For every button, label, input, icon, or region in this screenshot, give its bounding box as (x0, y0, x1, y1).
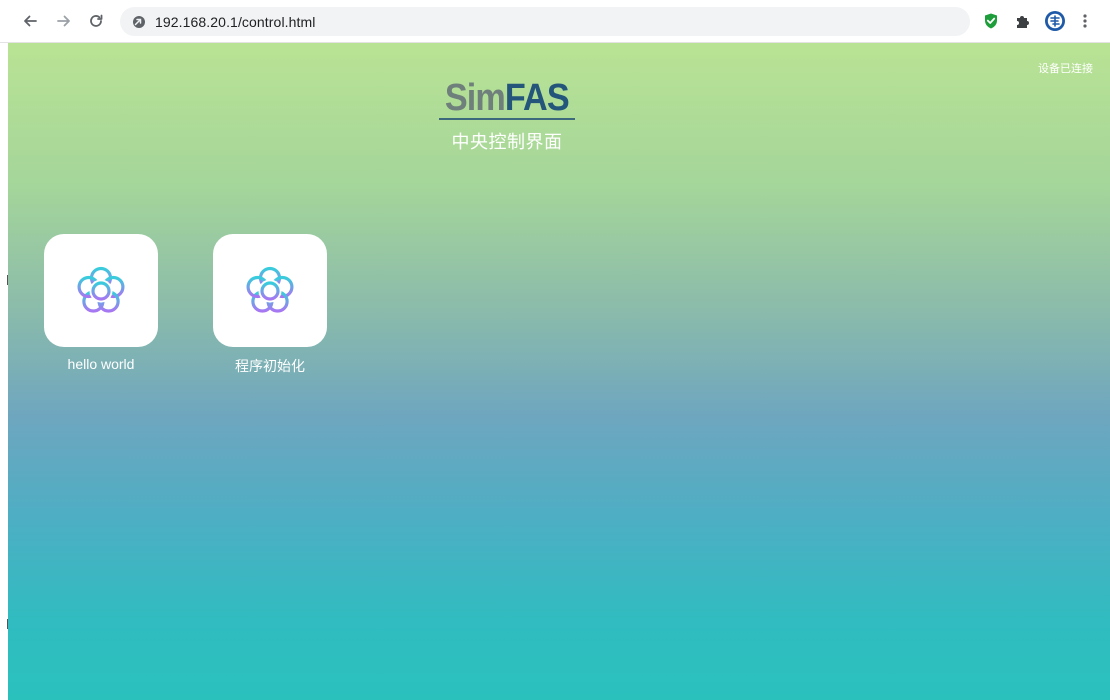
reload-button[interactable] (84, 9, 108, 33)
logo-part-sim: Sim (445, 77, 506, 119)
connection-status: 设备已连接 (1038, 63, 1093, 75)
address-bar[interactable]: 192.168.20.1/control.html (120, 7, 970, 36)
forward-button[interactable] (52, 9, 76, 33)
url-text: 192.168.20.1/control.html (155, 13, 316, 30)
browser-window: 192.168.20.1/control.html 设备已连接 SimFAS 中… (0, 0, 1110, 700)
arrow-right-icon (57, 15, 70, 27)
site-info-icon[interactable] (132, 15, 146, 29)
shield-icon (985, 13, 997, 29)
puzzle-icon (1017, 16, 1029, 28)
shield-extension-button[interactable] (980, 10, 1002, 32)
app-tile[interactable] (44, 234, 158, 347)
logo: SimFAS 中央控制界面 (437, 78, 577, 154)
flower-icon (77, 266, 125, 313)
reload-icon (90, 14, 103, 27)
page-subtitle: 中央控制界面 (451, 132, 563, 152)
browser-toolbar: 192.168.20.1/control.html (0, 0, 1110, 43)
app-hello-world[interactable]: hello world (44, 234, 158, 372)
window-left-edge (0, 43, 8, 700)
logo-wordmark: SimFAS (437, 78, 577, 118)
page-viewport: 设备已连接 SimFAS 中央控制界面 hello world 程序初始化 (8, 43, 1110, 700)
logo-part-fas: FAS (505, 77, 570, 119)
app-program-init[interactable]: 程序初始化 (213, 234, 327, 376)
arrow-left-icon (24, 15, 37, 27)
app-tile[interactable] (213, 234, 327, 347)
flower-icon (246, 266, 294, 313)
extensions-button[interactable] (1012, 10, 1034, 32)
profile-extension-button[interactable] (1044, 10, 1066, 32)
kebab-menu-icon (1083, 14, 1087, 28)
app-label: 程序初始化 (235, 358, 305, 374)
back-button[interactable] (18, 9, 42, 33)
profile-badge-icon (1045, 11, 1065, 31)
browser-menu-button[interactable] (1074, 10, 1096, 32)
app-label: hello world (67, 356, 135, 372)
